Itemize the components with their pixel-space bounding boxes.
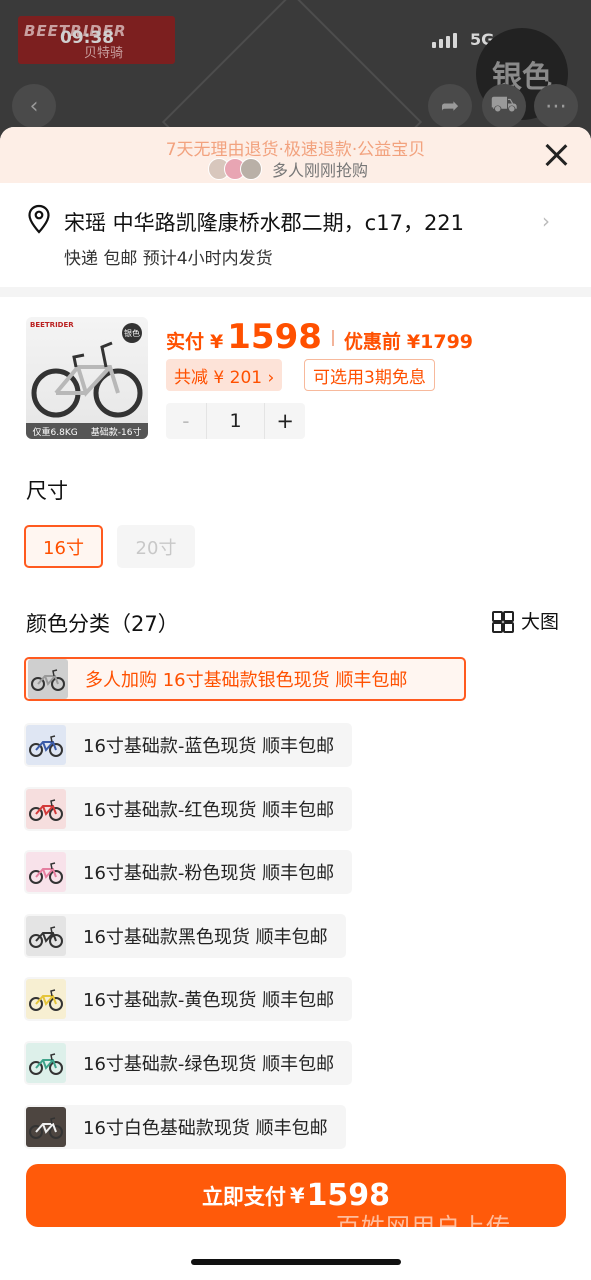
service-banner: 7天无理由退货·极速退款·公益宝贝 多人刚刚抢购 (0, 127, 591, 183)
address-text: 宋瑶 中华路凯隆康桥水郡二期，c17，221 (64, 211, 465, 235)
color-option[interactable]: 多人加购 16寸基础款银色现货 顺丰包邮 (24, 657, 466, 701)
cart-icon: ⛟ (482, 84, 526, 128)
buyer-avatar (240, 158, 262, 180)
back-icon: ‹ (12, 84, 56, 128)
status-time: 09:38 (60, 28, 115, 48)
chevron-right-icon: › (542, 209, 550, 233)
signal-icon (432, 32, 458, 48)
color-option[interactable]: 16寸基础款-蓝色现货 顺丰包邮 (24, 723, 353, 767)
color-option-thumbnail (26, 789, 66, 829)
size-option-20[interactable]: 20寸 (117, 525, 195, 568)
shipping-address[interactable]: 宋瑶 中华路凯隆康桥水郡二期，c17，221 快递 包邮 预计4小时内发货 › (0, 183, 591, 287)
price-row: 实付 ¥ 1598 优惠前 ¥1799 (166, 317, 473, 359)
color-option-label: 16寸白色基础款现货 顺丰包邮 (83, 1118, 328, 1139)
section-divider (0, 287, 591, 297)
installment-option-button[interactable]: 可选用3期免息 (304, 359, 435, 391)
color-section-title: 颜色分类（27） (26, 612, 179, 636)
size-section-title: 尺寸 (26, 479, 68, 503)
decrease-quantity-button[interactable]: - (166, 403, 206, 439)
final-price: 1598 (227, 317, 322, 357)
increase-quantity-button[interactable]: + (265, 403, 305, 439)
big-view-label: 大图 (521, 611, 560, 633)
color-option-label: 16寸基础款黑色现货 顺丰包邮 (83, 927, 328, 948)
color-option-thumbnail (26, 916, 66, 956)
color-option-label: 16寸基础款-黄色现货 顺丰包邮 (83, 990, 335, 1011)
background-decoration (161, 0, 423, 140)
color-option-label: 多人加购 16寸基础款银色现货 顺丰包邮 (85, 670, 408, 691)
discount-detail-button[interactable]: 共减 ¥ 201 › (166, 359, 283, 391)
size-option-16[interactable]: 16寸 (24, 525, 103, 568)
color-option-thumbnail (26, 852, 66, 892)
original-price-label: 优惠前 (343, 331, 401, 353)
color-option[interactable]: 16寸基础款-粉色现货 顺丰包邮 (24, 850, 353, 894)
price-currency: ¥ (210, 331, 224, 353)
product-image-caption: 仅重6.8KG 基础款-16寸 (26, 423, 148, 439)
color-option[interactable]: 16寸基础款-红色现货 顺丰包邮 (24, 787, 353, 831)
quantity-stepper: - 1 + (166, 403, 305, 439)
color-option-label: 16寸基础款-粉色现货 顺丰包邮 (83, 863, 335, 884)
price-separator (331, 330, 334, 346)
color-option[interactable]: 16寸基础款-绿色现货 顺丰包邮 (24, 1041, 353, 1085)
pay-currency: ¥ (289, 1183, 305, 1208)
close-icon[interactable] (540, 139, 572, 171)
price-label: 实付 (166, 331, 205, 353)
location-pin-icon (28, 204, 50, 234)
color-option-thumbnail (26, 1043, 66, 1083)
color-option-thumbnail (26, 725, 66, 765)
color-option-thumbnail (28, 659, 68, 699)
color-option-label: 16寸基础款-蓝色现货 顺丰包邮 (83, 736, 335, 757)
color-option[interactable]: 16寸基础款黑色现货 顺丰包邮 (24, 914, 346, 958)
grid-view-icon (492, 610, 514, 633)
color-option-label: 16寸基础款-绿色现货 顺丰包邮 (83, 1054, 335, 1075)
color-option[interactable]: 16寸白色基础款现货 顺丰包邮 (24, 1105, 346, 1149)
product-image[interactable]: BEETRIDER 银色 仅重6.8KG 基础款-16寸 (26, 317, 148, 439)
more-icon: ⋯ (534, 84, 578, 128)
recent-buyers: 多人刚刚抢购 (208, 158, 368, 180)
original-price: ¥1799 (406, 331, 474, 353)
recent-buyers-text: 多人刚刚抢购 (272, 161, 369, 180)
delivery-info: 快递 包邮 预计4小时内发货 (64, 249, 273, 269)
big-view-button[interactable]: 大图 (492, 607, 559, 634)
share-icon: ➦ (428, 84, 472, 128)
color-option-thumbnail (26, 979, 66, 1019)
pay-now-label: 立即支付 (201, 1184, 286, 1209)
color-option-thumbnail (26, 1107, 66, 1147)
background-product-page: BEETRIDER 贝特骑 09:38 5G 银色 ‹ ➦ ⛟ ⋯ (0, 0, 591, 140)
bicycle-icon (31, 341, 143, 418)
color-option[interactable]: 16寸基础款-黄色现货 顺丰包邮 (24, 977, 353, 1021)
purchase-sheet: 7天无理由退货·极速退款·公益宝贝 多人刚刚抢购 宋瑶 中华路凯隆康桥水郡二期，… (0, 127, 591, 1280)
home-indicator[interactable] (191, 1259, 401, 1265)
watermark: 百姓网用户上传 (336, 1213, 511, 1241)
color-option-label: 16寸基础款-红色现货 顺丰包邮 (83, 800, 335, 821)
product-weight-text: 仅重6.8KG (32, 427, 78, 438)
quantity-value[interactable]: 1 (205, 403, 266, 439)
product-variant-text: 基础款-16寸 (90, 427, 142, 438)
